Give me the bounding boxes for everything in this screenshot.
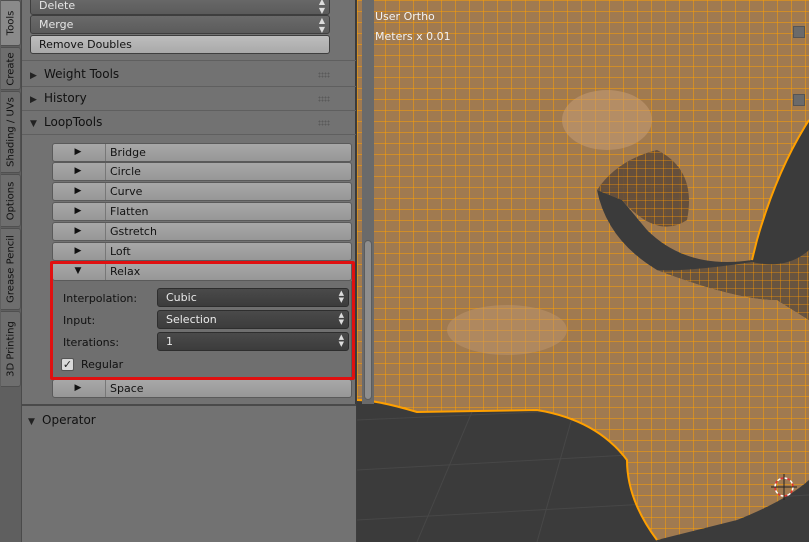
viewport-units: Meters x 0.01: [375, 30, 451, 43]
looptools-loft-label: Loft: [105, 243, 131, 260]
delete-label: Delete: [39, 0, 76, 12]
panel-operator[interactable]: ▼ Operator: [28, 409, 96, 431]
regular-checkbox[interactable]: ✓: [61, 358, 74, 371]
input-label: Input:: [63, 314, 96, 327]
panel-history-label: History: [44, 91, 87, 105]
tab-create-label: Create: [5, 51, 16, 86]
tool-tab-strip: Tools Create Shading / UVs Options Greas…: [0, 0, 22, 542]
expand-right-icon: ▶: [74, 186, 82, 196]
expand-right-icon: ▶: [74, 226, 82, 236]
panel-history[interactable]: ▶ History: [30, 87, 87, 109]
looptools-relax-label: Relax: [105, 263, 140, 280]
merge-button[interactable]: Merge ▲ ▼: [30, 15, 330, 34]
merge-label: Merge: [39, 18, 74, 31]
delete-button[interactable]: Delete ▲ ▼: [30, 0, 330, 15]
looptools-space-label: Space: [105, 380, 144, 397]
expand-right-icon: ▶: [74, 166, 82, 176]
interpolation-value: Cubic: [166, 291, 197, 304]
looptools-curve-label: Curve: [105, 183, 142, 200]
operator-panel: ▼ Operator: [22, 404, 356, 542]
looptools-flatten-row[interactable]: ▶ Flatten: [52, 202, 352, 221]
relax-options: Interpolation: Cubic ▲ ▼ Input: Selection…: [52, 281, 352, 379]
input-value: Selection: [166, 313, 217, 326]
viewport-corner-widget[interactable]: [793, 94, 805, 106]
looptools-circle-label: Circle: [105, 163, 141, 180]
tab-options-label: Options: [5, 181, 16, 220]
tool-shelf-scrollbar[interactable]: [362, 0, 374, 404]
panel-operator-label: Operator: [42, 413, 96, 427]
looptools-bridge-label: Bridge: [105, 144, 146, 161]
looptools-circle-row[interactable]: ▶ Circle: [52, 162, 352, 181]
blender-window: Tools Create Shading / UVs Options Greas…: [0, 0, 809, 542]
looptools-curve-row[interactable]: ▶ Curve: [52, 182, 352, 201]
highlight-forehead: [562, 90, 652, 150]
tab-grease-pencil-label: Grease Pencil: [5, 235, 16, 303]
divider: [22, 60, 356, 61]
checkmark-icon: ✓: [62, 358, 73, 371]
tab-3d-printing[interactable]: 3D Printing: [1, 311, 21, 387]
updown-icon: ▲ ▼: [318, 16, 325, 34]
expand-right-icon: ▶: [74, 383, 82, 393]
panel-looptools-label: LoopTools: [44, 115, 103, 129]
panel-grip-icon[interactable]: [318, 96, 330, 102]
expand-right-icon: ▶: [74, 147, 82, 157]
looptools-relax-row[interactable]: ▼ Relax: [52, 262, 352, 281]
interpolation-dropdown[interactable]: Cubic ▲ ▼: [157, 288, 349, 307]
remove-doubles-label: Remove Doubles: [39, 38, 132, 51]
tab-tools[interactable]: Tools: [1, 0, 21, 46]
expand-right-icon: ▶: [74, 206, 82, 216]
expand-down-icon: ▼: [74, 266, 82, 276]
viewport-corner-widget[interactable]: [793, 26, 805, 38]
divider: [22, 134, 356, 135]
panel-grip-icon[interactable]: [318, 72, 330, 78]
input-dropdown[interactable]: Selection ▲ ▼: [157, 310, 349, 329]
remove-doubles-button[interactable]: Remove Doubles: [30, 35, 330, 54]
expand-right-icon: ▶: [30, 95, 37, 105]
expand-right-icon: ▶: [74, 246, 82, 256]
panel-weight-tools[interactable]: ▶ Weight Tools: [30, 63, 119, 85]
highlight-jaw: [447, 305, 567, 355]
looptools-bridge-row[interactable]: ▶ Bridge: [52, 143, 352, 162]
looptools-flatten-label: Flatten: [105, 203, 149, 220]
updown-icon: ▲ ▼: [338, 333, 344, 348]
updown-icon: ▲ ▼: [318, 0, 325, 15]
tab-options[interactable]: Options: [1, 174, 21, 227]
expand-down-icon: ▼: [28, 417, 35, 427]
regular-label: Regular: [81, 358, 124, 371]
iterations-label: Iterations:: [63, 336, 120, 349]
tab-tools-label: Tools: [5, 10, 16, 36]
viewport-view-name: User Ortho: [375, 10, 435, 23]
looptools-loft-row[interactable]: ▶ Loft: [52, 242, 352, 261]
looptools-gstretch-row[interactable]: ▶ Gstretch: [52, 222, 352, 241]
interpolation-label: Interpolation:: [63, 292, 138, 305]
looptools-gstretch-label: Gstretch: [105, 223, 157, 240]
tab-shading-uvs[interactable]: Shading / UVs: [1, 91, 21, 173]
tool-shelf-panels: Delete ▲ ▼ Merge ▲ ▼ Remove Doubles ▶ Weigh…: [22, 0, 356, 404]
looptools-space-row[interactable]: ▶ Space: [52, 379, 352, 398]
updown-icon: ▲ ▼: [338, 289, 344, 304]
tool-shelf: Delete ▲ ▼ Merge ▲ ▼ Remove Doubles ▶ Weigh…: [22, 0, 374, 542]
panel-grip-icon[interactable]: [318, 120, 330, 126]
panel-looptools[interactable]: ▼ LoopTools: [30, 111, 102, 133]
tab-grease-pencil[interactable]: Grease Pencil: [1, 228, 21, 310]
updown-icon: ▲ ▼: [338, 311, 344, 326]
expand-down-icon: ▼: [30, 119, 37, 129]
iterations-dropdown[interactable]: 1 ▲ ▼: [157, 332, 349, 351]
panel-weight-tools-label: Weight Tools: [44, 67, 120, 81]
3d-viewport[interactable]: User Ortho Meters x 0.01: [357, 0, 809, 542]
tab-3d-printing-label: 3D Printing: [5, 321, 16, 377]
tab-shading-uvs-label: Shading / UVs: [5, 97, 16, 167]
tab-create[interactable]: Create: [1, 47, 21, 90]
expand-right-icon: ▶: [30, 71, 37, 81]
scrollbar-thumb[interactable]: [364, 240, 372, 400]
mesh-render: [357, 0, 809, 542]
iterations-value: 1: [166, 335, 173, 348]
